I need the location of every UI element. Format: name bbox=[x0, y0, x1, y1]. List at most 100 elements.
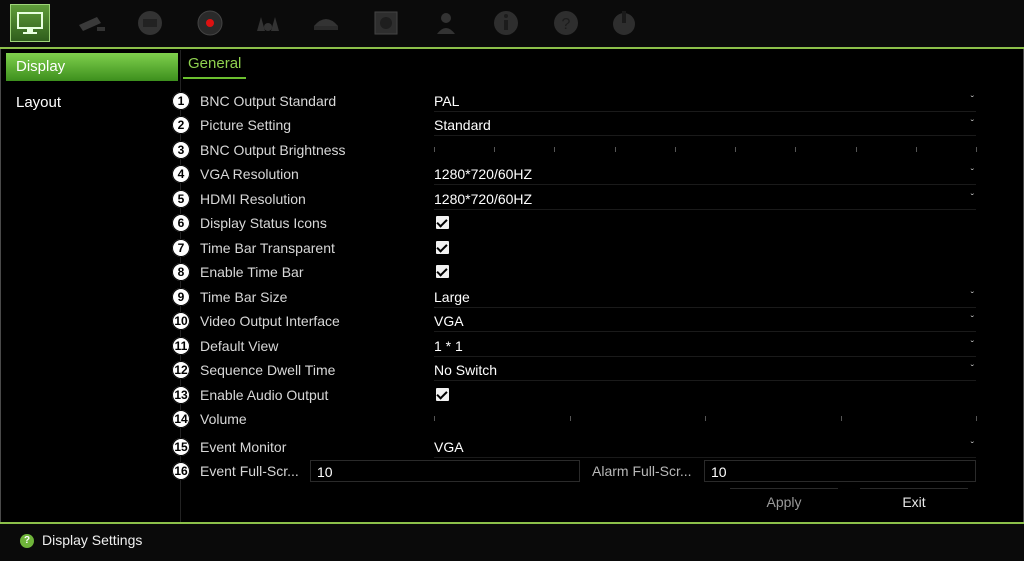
setting-row-bnc-output-standard: 1 BNC Output Standard PAL ˇ bbox=[172, 90, 978, 112]
setting-row-time-bar-size: 9 Time Bar Size Large ˇ bbox=[172, 286, 978, 308]
row-number-badge: 16 bbox=[172, 462, 190, 480]
alarm-icon[interactable] bbox=[248, 4, 288, 42]
device-icon[interactable] bbox=[306, 4, 346, 42]
power-icon[interactable] bbox=[604, 4, 644, 42]
alarm-full-screen-label: Alarm Full-Scr... bbox=[592, 463, 692, 479]
chevron-down-icon[interactable]: ˇ bbox=[971, 359, 974, 381]
record-icon[interactable] bbox=[190, 4, 230, 42]
setting-dropdown-value[interactable]: 1280*720/60HZ bbox=[434, 163, 532, 185]
row-number-badge: 12 bbox=[172, 361, 190, 379]
help-icon[interactable]: ? bbox=[546, 4, 586, 42]
event-full-screen-input[interactable]: 10 bbox=[310, 460, 580, 482]
setting-row-enable-time-bar: 8 Enable Time Bar bbox=[172, 261, 978, 283]
chevron-down-icon[interactable]: ˇ bbox=[971, 286, 974, 308]
exit-button[interactable]: Exit bbox=[860, 488, 968, 515]
row-number-badge: 1 bbox=[172, 92, 190, 110]
setting-dropdown-value[interactable]: 1280*720/60HZ bbox=[434, 188, 532, 210]
svg-text:?: ? bbox=[562, 16, 571, 33]
storage-icon[interactable] bbox=[366, 4, 406, 42]
slider-tick bbox=[674, 147, 676, 152]
network-icon[interactable] bbox=[130, 4, 170, 42]
setting-checkbox[interactable] bbox=[436, 265, 449, 278]
setting-dropdown-value[interactable]: VGA bbox=[434, 436, 464, 458]
toolbar-divider bbox=[0, 47, 1024, 49]
dropdown-underline bbox=[434, 457, 976, 458]
slider-tick bbox=[569, 416, 571, 421]
setting-dropdown-value[interactable]: No Switch bbox=[434, 359, 497, 381]
volume-slider[interactable] bbox=[434, 416, 977, 424]
setting-checkbox[interactable] bbox=[436, 241, 449, 254]
row-number-badge: 7 bbox=[172, 239, 190, 257]
row-number-badge: 14 bbox=[172, 410, 190, 428]
status-bar: ? Display Settings bbox=[0, 524, 1024, 561]
setting-row-display-status-icons: 6 Display Status Icons bbox=[172, 212, 978, 234]
slider-tick bbox=[705, 416, 706, 421]
status-text: Display Settings bbox=[42, 532, 143, 548]
setting-checkbox[interactable] bbox=[436, 388, 449, 401]
setting-label: Enable Audio Output bbox=[200, 387, 329, 403]
setting-checkbox[interactable] bbox=[436, 216, 449, 229]
dropdown-underline bbox=[434, 356, 976, 357]
alarm-full-screen-input[interactable]: 10 bbox=[704, 460, 976, 482]
chevron-down-icon[interactable]: ˇ bbox=[971, 188, 974, 210]
setting-dropdown-value[interactable]: 1 * 1 bbox=[434, 335, 463, 357]
chevron-down-icon[interactable]: ˇ bbox=[971, 90, 974, 112]
row-number-badge: 6 bbox=[172, 214, 190, 232]
chevron-down-icon[interactable]: ˇ bbox=[971, 436, 974, 458]
setting-row-sequence-dwell-time: 12 Sequence Dwell Time No Switch ˇ bbox=[172, 359, 978, 381]
row-number-badge: 13 bbox=[172, 386, 190, 404]
slider-tick bbox=[976, 416, 977, 421]
sidebar-item-layout[interactable]: Layout bbox=[6, 89, 178, 117]
setting-dropdown-value[interactable]: Large bbox=[434, 286, 470, 308]
sidebar-item-display[interactable]: Display bbox=[6, 53, 178, 81]
system-info-icon[interactable] bbox=[486, 4, 526, 42]
setting-dropdown-value[interactable]: VGA bbox=[434, 310, 464, 332]
setting-row-hdmi-resolution: 5 HDMI Resolution 1280*720/60HZ ˇ bbox=[172, 188, 978, 210]
setting-label: Time Bar Transparent bbox=[200, 240, 335, 256]
row-number-badge: 3 bbox=[172, 141, 190, 159]
sidebar: Display Layout bbox=[6, 53, 178, 117]
dropdown-underline bbox=[434, 184, 976, 185]
chevron-down-icon[interactable]: ˇ bbox=[971, 163, 974, 185]
chevron-down-icon[interactable]: ˇ bbox=[971, 335, 974, 357]
setting-label: Sequence Dwell Time bbox=[200, 362, 336, 378]
setting-row-event-monitor: 15 Event Monitor VGA ˇ bbox=[172, 436, 978, 458]
row-number-badge: 15 bbox=[172, 438, 190, 456]
setting-label: Enable Time Bar bbox=[200, 264, 304, 280]
brightness-slider[interactable] bbox=[434, 147, 977, 155]
apply-button[interactable]: Apply bbox=[730, 488, 838, 515]
slider-tick bbox=[434, 416, 435, 421]
setting-row-picture-setting: 2 Picture Setting Standard ˇ bbox=[172, 114, 978, 136]
setting-dropdown-value[interactable]: Standard bbox=[434, 114, 491, 136]
camera-icon[interactable] bbox=[72, 4, 112, 42]
row-number-badge: 8 bbox=[172, 263, 190, 281]
slider-tick bbox=[855, 147, 857, 152]
display-icon[interactable] bbox=[10, 4, 50, 42]
setting-label: Event Full-Scr... bbox=[200, 463, 299, 479]
dropdown-underline bbox=[434, 380, 976, 381]
row-number-badge: 5 bbox=[172, 190, 190, 208]
setting-row-volume: 14 Volume bbox=[172, 408, 978, 430]
slider-tick bbox=[795, 147, 797, 152]
setting-row-bnc-output-brightness: 3 BNC Output Brightness bbox=[172, 139, 978, 161]
setting-row-vga-resolution: 4 VGA Resolution 1280*720/60HZ ˇ bbox=[172, 163, 978, 185]
dropdown-underline bbox=[434, 111, 976, 112]
dropdown-underline bbox=[434, 331, 976, 332]
chevron-down-icon[interactable]: ˇ bbox=[971, 114, 974, 136]
user-icon[interactable] bbox=[426, 4, 466, 42]
row-number-badge: 10 bbox=[172, 312, 190, 330]
setting-label: Event Monitor bbox=[200, 439, 287, 455]
tab-general[interactable]: General bbox=[183, 55, 247, 79]
slider-tick bbox=[554, 147, 556, 152]
slider-tick bbox=[494, 147, 496, 152]
slider-tick bbox=[434, 147, 435, 152]
dropdown-underline bbox=[434, 307, 976, 308]
row-number-badge: 2 bbox=[172, 116, 190, 134]
setting-label: BNC Output Standard bbox=[200, 93, 337, 109]
slider-tick bbox=[840, 416, 842, 421]
setting-label: Volume bbox=[200, 411, 247, 427]
slider-tick bbox=[735, 147, 737, 152]
chevron-down-icon[interactable]: ˇ bbox=[971, 310, 974, 332]
setting-dropdown-value[interactable]: PAL bbox=[434, 90, 459, 112]
setting-row-default-view: 11 Default View 1 * 1 ˇ bbox=[172, 335, 978, 357]
